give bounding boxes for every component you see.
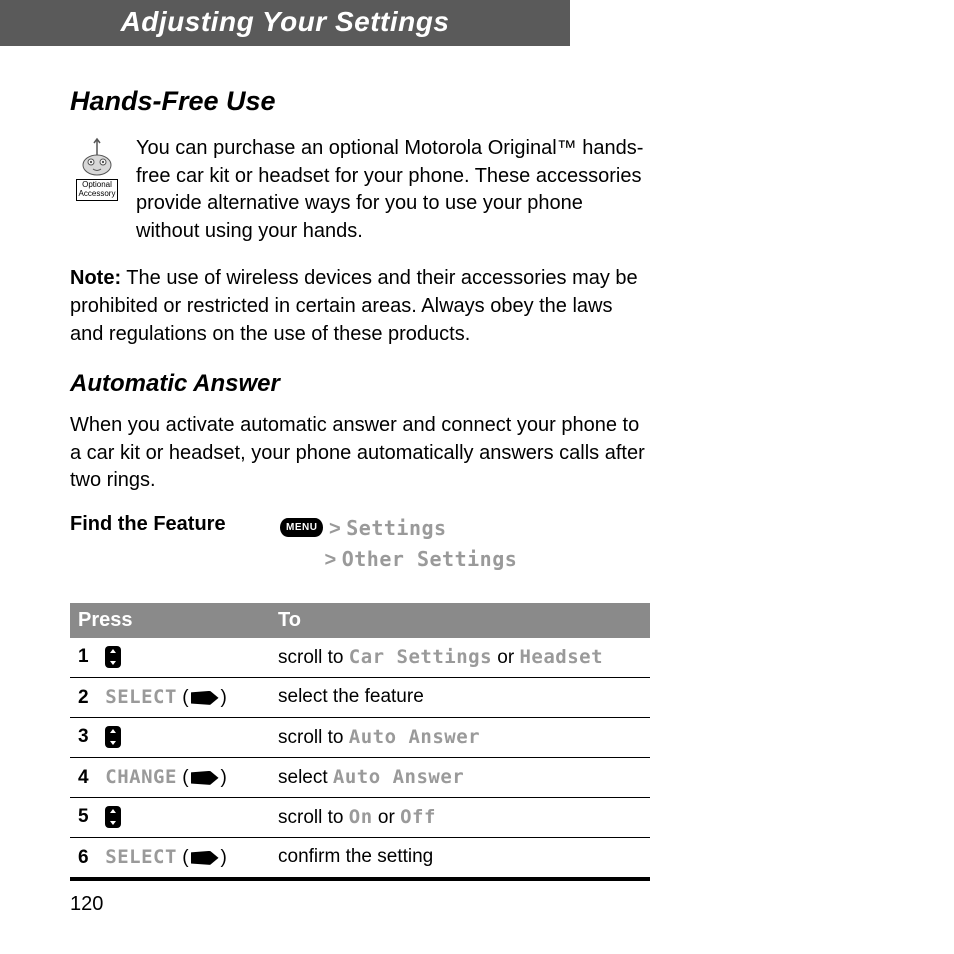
soft-key-icon bbox=[191, 691, 219, 705]
table-row: 6 SELECT ()confirm the setting bbox=[70, 837, 650, 877]
hands-free-intro-text: You can purchase an optional Motorola Or… bbox=[136, 135, 650, 245]
table-row: 5 scroll to On or Off bbox=[70, 797, 650, 837]
page-content: Hands-Free Use Optional Accessory You ca… bbox=[0, 46, 720, 881]
chapter-header: Adjusting Your Settings bbox=[0, 0, 570, 46]
note-body: The use of wireless devices and their ac… bbox=[70, 267, 638, 344]
section-hands-free: Hands-Free Use bbox=[70, 86, 650, 117]
soft-key-icon bbox=[191, 771, 219, 785]
find-feature-path: MENU > Settings > Other Settings bbox=[280, 513, 517, 575]
col-press: Press bbox=[70, 603, 270, 638]
path-sep: > bbox=[324, 549, 341, 571]
press-cell: 6 SELECT () bbox=[70, 837, 270, 877]
accessory-label: Optional Accessory bbox=[76, 179, 119, 201]
scroll-key-icon bbox=[105, 806, 121, 828]
table-bottom-rule bbox=[70, 879, 650, 881]
to-cell: confirm the setting bbox=[270, 837, 650, 877]
menu-key-icon: MENU bbox=[280, 518, 323, 537]
find-feature-label: Find the Feature bbox=[70, 513, 280, 536]
path-sep: > bbox=[329, 518, 346, 540]
note-label: Note: bbox=[70, 267, 121, 289]
ui-term: Off bbox=[400, 806, 436, 828]
path-settings: Settings bbox=[346, 516, 446, 540]
step-number: 3 bbox=[78, 726, 100, 748]
table-row: 4 CHANGE ()select Auto Answer bbox=[70, 757, 650, 797]
step-number: 1 bbox=[78, 646, 100, 668]
press-cell: 5 bbox=[70, 797, 270, 837]
find-the-feature: Find the Feature MENU > Settings > Other… bbox=[70, 513, 650, 575]
press-cell: 4 CHANGE () bbox=[70, 757, 270, 797]
soft-key-icon bbox=[191, 851, 219, 865]
step-number: 6 bbox=[78, 847, 100, 869]
subsection-auto-answer: Automatic Answer bbox=[70, 370, 650, 398]
to-cell: scroll to Car Settings or Headset bbox=[270, 638, 650, 678]
table-header-row: Press To bbox=[70, 603, 650, 638]
step-number: 4 bbox=[78, 767, 100, 789]
hands-free-note: Note: The use of wireless devices and th… bbox=[70, 265, 650, 348]
table-row: 3 scroll to Auto Answer bbox=[70, 717, 650, 757]
ui-term: Headset bbox=[519, 646, 603, 668]
ui-term: On bbox=[349, 806, 373, 828]
ui-term: Car Settings bbox=[349, 646, 492, 668]
chapter-title: Adjusting Your Settings bbox=[121, 6, 450, 37]
step-number: 5 bbox=[78, 806, 100, 828]
to-cell: select the feature bbox=[270, 677, 650, 717]
ui-term: Auto Answer bbox=[333, 766, 464, 788]
scroll-key-icon bbox=[105, 646, 121, 668]
press-cell: 3 bbox=[70, 717, 270, 757]
press-cell: 2 SELECT () bbox=[70, 677, 270, 717]
softkey-label: SELECT bbox=[105, 686, 177, 708]
to-cell: scroll to On or Off bbox=[270, 797, 650, 837]
softkey-label: CHANGE bbox=[105, 766, 177, 788]
col-to: To bbox=[270, 603, 650, 638]
ui-term: Auto Answer bbox=[349, 726, 480, 748]
page-number: 120 bbox=[70, 893, 103, 916]
optional-accessory-icon: Optional Accessory bbox=[70, 135, 124, 201]
auto-answer-intro: When you activate automatic answer and c… bbox=[70, 412, 650, 495]
step-number: 2 bbox=[78, 687, 100, 709]
table-row: 1 scroll to Car Settings or Headset bbox=[70, 638, 650, 678]
to-cell: select Auto Answer bbox=[270, 757, 650, 797]
hands-free-intro-block: Optional Accessory You can purchase an o… bbox=[70, 135, 650, 245]
table-row: 2 SELECT ()select the feature bbox=[70, 677, 650, 717]
steps-table: Press To 1 scroll to Car Settings or Hea… bbox=[70, 603, 650, 878]
path-other-settings: Other Settings bbox=[342, 547, 518, 571]
scroll-key-icon bbox=[105, 726, 121, 748]
to-cell: scroll to Auto Answer bbox=[270, 717, 650, 757]
softkey-label: SELECT bbox=[105, 846, 177, 868]
press-cell: 1 bbox=[70, 638, 270, 678]
